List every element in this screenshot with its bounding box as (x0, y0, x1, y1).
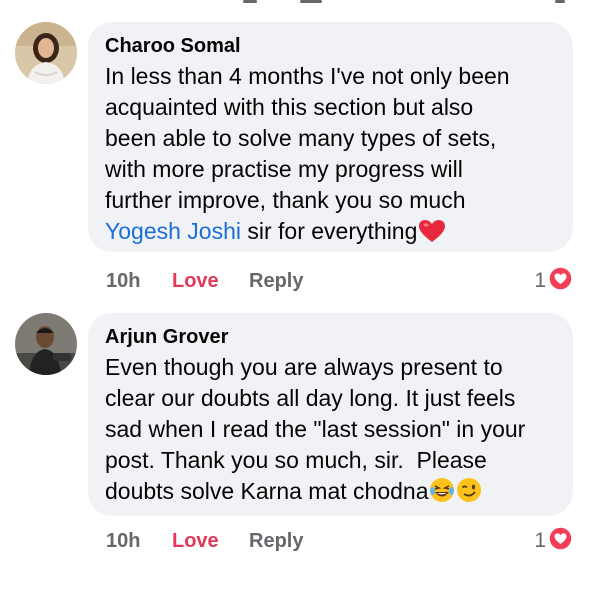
love-button[interactable]: Love (172, 526, 219, 556)
comment-text: In less than 4 months I've not only been… (105, 61, 573, 251)
reaction-count: 1 (534, 529, 546, 552)
winking-face-emoji-icon (456, 477, 482, 511)
comment-timestamp[interactable]: 10h (106, 526, 140, 556)
comment-text-body: In less than 4 months I've not only been… (105, 63, 510, 213)
reply-button[interactable]: Reply (249, 266, 303, 296)
comment-author[interactable]: Charoo Somal (105, 34, 573, 58)
comment-bubble: Charoo Somal In less than 4 months I've … (88, 22, 573, 252)
comment-text-tail: sir for everything (240, 218, 418, 244)
reaction-summary[interactable]: 1 (534, 526, 573, 556)
comment-text: Even though you are always present to cl… (105, 352, 573, 511)
comment-bubble: Arjun Grover Even though you are always … (88, 313, 573, 516)
love-reaction-icon (548, 526, 573, 556)
reply-button[interactable]: Reply (249, 526, 303, 556)
avatar[interactable] (15, 313, 77, 375)
love-reaction-icon (548, 266, 573, 296)
comment-author[interactable]: Arjun Grover (105, 325, 573, 349)
mention-link[interactable]: Yogesh Joshi (105, 218, 241, 244)
red-heart-emoji-icon (418, 219, 446, 251)
reaction-count: 1 (534, 269, 546, 292)
love-button[interactable]: Love (172, 266, 219, 296)
reaction-summary[interactable]: 1 (534, 266, 573, 296)
avatar[interactable] (15, 22, 77, 84)
laughing-tears-emoji-icon (429, 477, 455, 511)
comment-timestamp[interactable]: 10h (106, 266, 140, 296)
previous-actions-fragment (0, 0, 589, 8)
